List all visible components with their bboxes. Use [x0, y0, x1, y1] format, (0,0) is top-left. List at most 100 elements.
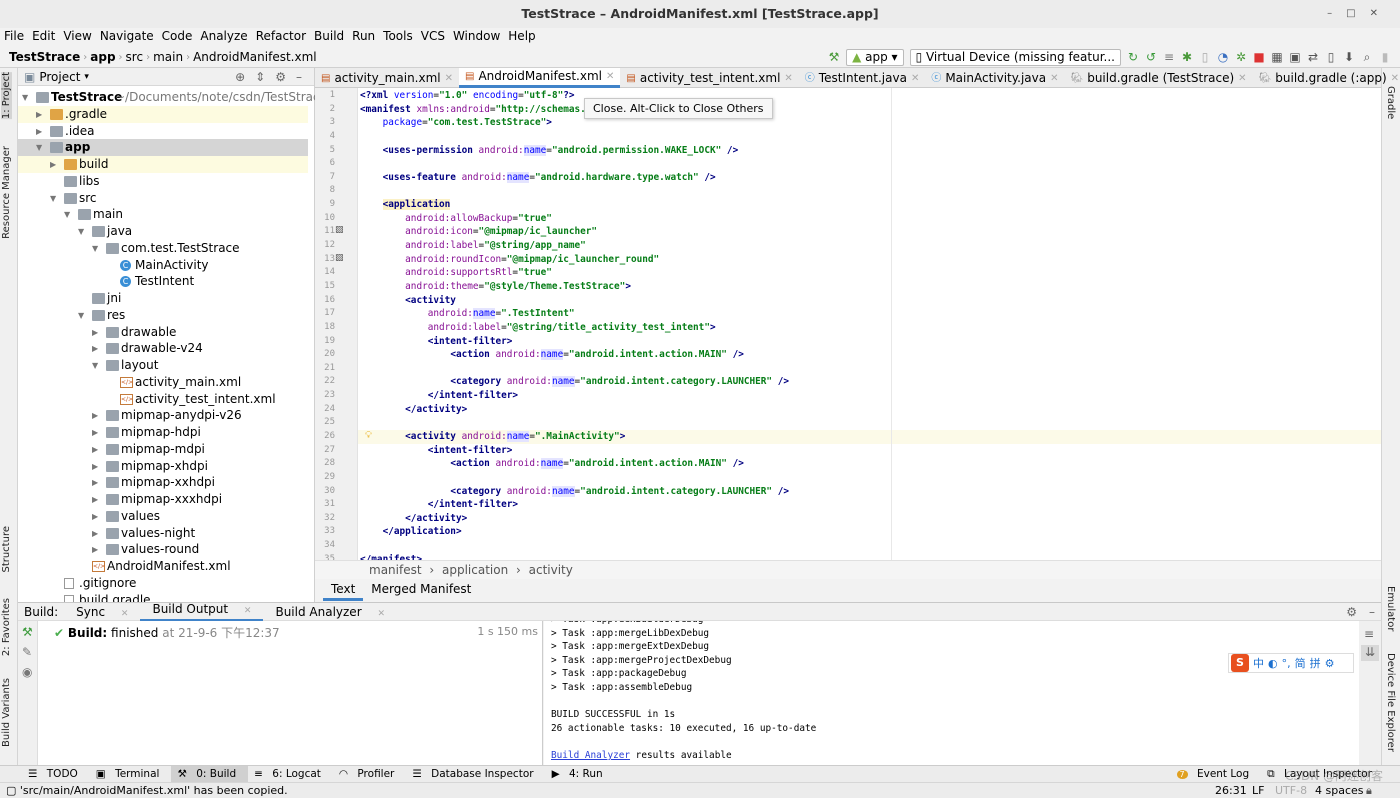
close-icon[interactable]: ✕	[1391, 69, 1399, 88]
close-icon[interactable]: ✕	[1050, 69, 1058, 88]
chevron-right-icon[interactable]: ▶	[92, 458, 98, 475]
ime-pinyin[interactable]: 拼	[1310, 655, 1321, 671]
tree-item[interactable]: ▶ values-night	[18, 525, 308, 542]
ime-punct[interactable]: °,	[1282, 657, 1291, 670]
tree-item[interactable]: </> AndroidManifest.xml	[18, 558, 308, 575]
tree-item[interactable]: libs	[18, 173, 308, 190]
make-hammer-icon[interactable]: ⚒	[825, 50, 843, 64]
ime-width[interactable]: ◐	[1268, 657, 1278, 670]
tool-terminal[interactable]: ▣ Terminal	[90, 766, 172, 782]
chevron-down-icon[interactable]: ▼	[36, 139, 42, 156]
chevron-right-icon[interactable]: ▶	[50, 156, 56, 173]
menu-view[interactable]: View	[59, 28, 95, 46]
xml-crumb[interactable]: activity	[525, 563, 577, 577]
tree-item[interactable]: ▶ values	[18, 508, 308, 525]
locate-icon[interactable]: ⊕	[235, 70, 255, 84]
xml-crumb[interactable]: application	[438, 563, 512, 577]
tab-build-analyzer[interactable]: Build Analyzer ✕	[263, 605, 397, 619]
tab-sync[interactable]: Sync ✕	[64, 605, 140, 619]
chevron-right-icon[interactable]: ▶	[92, 508, 98, 525]
collapse-all-icon[interactable]: ⇕	[255, 70, 275, 84]
close-icon[interactable]: ✕	[371, 609, 391, 619]
editor-tab[interactable]: 🐘︎ build.gradle (TestStrace) ✕	[1065, 68, 1253, 88]
tree-item[interactable]: ▶ mipmap-xxhdpi	[18, 474, 308, 491]
hide-icon[interactable]: –	[296, 70, 312, 84]
menu-navigate[interactable]: Navigate	[96, 28, 158, 46]
tree-item[interactable]: ▼ main	[18, 206, 308, 223]
ime-lang[interactable]: 中	[1253, 655, 1264, 671]
layout-icon[interactable]: ▣	[1286, 50, 1304, 64]
soft-wrap-icon[interactable]: ≡	[1364, 627, 1374, 641]
chevron-down-icon[interactable]: ▼	[92, 357, 98, 374]
tool-tab-favorites[interactable]: 2: Favorites	[1, 598, 12, 656]
editor-tab[interactable]: ▤ activity_main.xml ✕	[315, 68, 459, 88]
chevron-down-icon[interactable]: ▼	[22, 89, 28, 106]
chevron-right-icon[interactable]: ▶	[36, 123, 42, 140]
chevron-right-icon[interactable]: ▶	[92, 340, 98, 357]
chevron-right-icon[interactable]: ▶	[92, 424, 98, 441]
nav-crumb[interactable]: TestStrace	[6, 50, 83, 64]
editor-tab[interactable]: ▤ AndroidManifest.xml ✕	[459, 68, 621, 88]
chevron-right-icon[interactable]: ▶	[92, 525, 98, 542]
menu-vcs[interactable]: VCS	[417, 28, 449, 46]
tool-event-log[interactable]: 7 Event Log	[1171, 766, 1262, 782]
tree-item[interactable]: ▶ mipmap-hdpi	[18, 424, 308, 441]
xml-crumb[interactable]: manifest	[365, 563, 426, 577]
build-hammer-icon[interactable]: ⚒	[22, 625, 33, 639]
apply-code-changes-icon[interactable]: ↺	[1142, 50, 1160, 64]
avd-manager-icon[interactable]: ▯	[1322, 50, 1340, 64]
nav-crumb[interactable]: src	[123, 50, 147, 64]
tree-item[interactable]: ▶ drawable-v24	[18, 340, 308, 357]
tree-item[interactable]: </> activity_test_intent.xml	[18, 391, 308, 408]
close-icon[interactable]: ✕	[238, 606, 258, 616]
menu-file[interactable]: File	[0, 28, 28, 46]
tree-item[interactable]: ▼ com.test.TestStrace	[18, 240, 308, 257]
image-preview-icon[interactable]: ▨	[335, 253, 344, 263]
chevron-right-icon[interactable]: ▶	[92, 407, 98, 424]
intention-bulb-icon[interactable]: 💡︎	[365, 430, 372, 441]
tree-item[interactable]: ▶ mipmap-mdpi	[18, 441, 308, 458]
tree-item[interactable]: jni	[18, 290, 308, 307]
close-icon[interactable]: ✕	[445, 69, 453, 88]
menu-analyze[interactable]: Analyze	[196, 28, 251, 46]
editor-tab[interactable]: ⓒ MainActivity.java ✕	[925, 68, 1064, 88]
build-result-row[interactable]: ✔ Build: finished at 21-9-6 下午12:37	[54, 624, 280, 641]
tool-logcat[interactable]: ≡ 6: Logcat	[248, 766, 333, 782]
close-icon[interactable]: ✕	[911, 69, 919, 88]
chevron-down-icon[interactable]: ▼	[78, 223, 84, 240]
menu-window[interactable]: Window	[449, 28, 504, 46]
tool-tab-structure[interactable]: Structure	[1, 526, 12, 573]
nav-crumb[interactable]: main	[150, 50, 186, 64]
tool-tab-resource-manager[interactable]: Resource Manager	[1, 146, 12, 239]
menu-run[interactable]: Run	[348, 28, 379, 46]
chevron-right-icon[interactable]: ▶	[92, 474, 98, 491]
caret-position[interactable]: 26:31	[1215, 783, 1247, 798]
nav-crumb[interactable]: AndroidManifest.xml	[190, 50, 320, 64]
scroll-to-end-icon[interactable]: ⇊	[1361, 645, 1379, 661]
close-icon[interactable]: ✕	[115, 609, 135, 619]
device-select[interactable]: ▯ Virtual Device (missing featur...	[909, 48, 1121, 66]
chevron-right-icon[interactable]: ▶	[36, 106, 42, 123]
code-editor[interactable]: 1 2 3 4 5 6 7 8 9 10 11 ▨ 12 13 ▨ 14 15 16 17 18 19 20 21 22 23 2…	[315, 88, 1381, 560]
tree-item[interactable]: ▶ build	[18, 156, 308, 173]
tool-tab-build-variants[interactable]: Build Variants	[1, 678, 12, 747]
logcat-icon[interactable]: ≡	[1160, 50, 1178, 64]
input-method-bar[interactable]: S 中 ◐ °, 简 拼 ⚙	[1228, 653, 1354, 673]
line-separator[interactable]: LF	[1252, 783, 1264, 798]
chevron-right-icon[interactable]: ▶	[92, 491, 98, 508]
chevron-down-icon[interactable]: ▼	[64, 206, 70, 223]
tree-item[interactable]: ▶ .gradle	[18, 105, 308, 123]
tool-tab-emulator[interactable]: Emulator	[1385, 586, 1396, 631]
menu-edit[interactable]: Edit	[28, 28, 59, 46]
menu-help[interactable]: Help	[504, 28, 539, 46]
nav-crumb[interactable]: app	[87, 50, 118, 64]
tool-tab-project[interactable]: 1: Project	[1, 72, 12, 120]
eye-icon[interactable]: ◉	[22, 665, 32, 679]
tree-item[interactable]: ▶ drawable	[18, 324, 308, 341]
menu-code[interactable]: Code	[158, 28, 197, 46]
build-console[interactable]: > Task :app:dexBuilderDebug > Task :app:m…	[544, 621, 1359, 765]
tool-run[interactable]: ▶ 4: Run	[546, 766, 615, 782]
stop-icon[interactable]: ■	[1250, 50, 1268, 64]
close-icon[interactable]: ✕	[1238, 69, 1246, 88]
chevron-right-icon[interactable]: ▶	[92, 441, 98, 458]
